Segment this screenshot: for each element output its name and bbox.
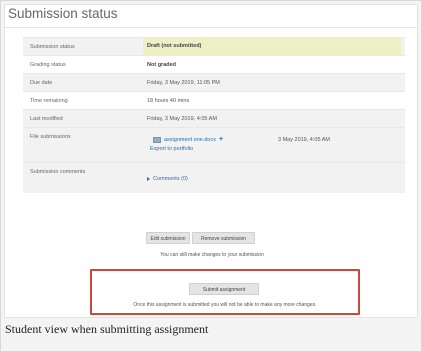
comments-toggle[interactable]: Comments (0) — [147, 176, 188, 182]
page-title: Submission status — [8, 6, 118, 21]
plus-icon[interactable]: + — [219, 136, 223, 143]
table-row: Grading status Not graded — [23, 55, 405, 73]
remove-submission-button[interactable]: Remove submission — [192, 232, 255, 244]
row-label: Due date — [30, 80, 53, 86]
row-value: Friday, 3 May 2019, 4:05 AM — [147, 116, 217, 122]
file-date: 3 May 2019, 4:05 AM — [278, 137, 330, 143]
figure-caption: Student view when submitting assignment — [5, 322, 209, 336]
submit-assignment-button[interactable]: Submit assignment — [189, 283, 259, 295]
row-label: Grading status — [30, 62, 66, 68]
status-value: Draft (not submitted) — [143, 38, 401, 55]
table-row: Time remaining 18 hours 40 mins — [23, 91, 405, 109]
file-icon — [153, 137, 161, 143]
comments-link-label: Comments (0) — [153, 176, 188, 182]
screenshot-panel: Submission status Submission status Draf… — [4, 4, 418, 318]
table-row: File submissions assignment one.docx + 3… — [23, 127, 405, 162]
file-link[interactable]: assignment one.docx — [164, 137, 216, 143]
row-label: File submissions — [30, 134, 71, 140]
heading-divider — [5, 27, 417, 28]
row-label: Submission status — [30, 44, 75, 50]
table-row: Submission comments Comments (0) — [23, 162, 405, 193]
submit-highlight-box: Submit assignment Once this assignment i… — [90, 269, 360, 315]
submit-note: Once this assignment is submitted you wi… — [133, 302, 317, 308]
edit-submission-button[interactable]: Edit submission — [146, 232, 190, 244]
row-value: 18 hours 40 mins — [147, 98, 190, 104]
submission-status-table: Submission status Draft (not submitted) … — [23, 37, 405, 193]
edit-note: You can still make changes to your submi… — [160, 252, 264, 258]
table-row: Submission status Draft (not submitted) — [23, 37, 405, 55]
figure-frame: Submission status Submission status Draf… — [0, 0, 422, 352]
row-value: Friday, 3 May 2019, 11:05 PM — [147, 80, 220, 86]
table-row: Due date Friday, 3 May 2019, 11:05 PM — [23, 73, 405, 91]
export-to-portfolio-link[interactable]: Export to portfolio — [150, 146, 193, 152]
triangle-right-icon — [147, 177, 150, 181]
row-value: Not graded — [147, 62, 177, 68]
row-label: Time remaining — [30, 98, 68, 104]
row-label: Submission comments — [30, 169, 86, 175]
file-chip: assignment one.docx + — [153, 136, 223, 143]
row-label: Last modified — [30, 116, 63, 122]
table-row: Last modified Friday, 3 May 2019, 4:05 A… — [23, 109, 405, 127]
